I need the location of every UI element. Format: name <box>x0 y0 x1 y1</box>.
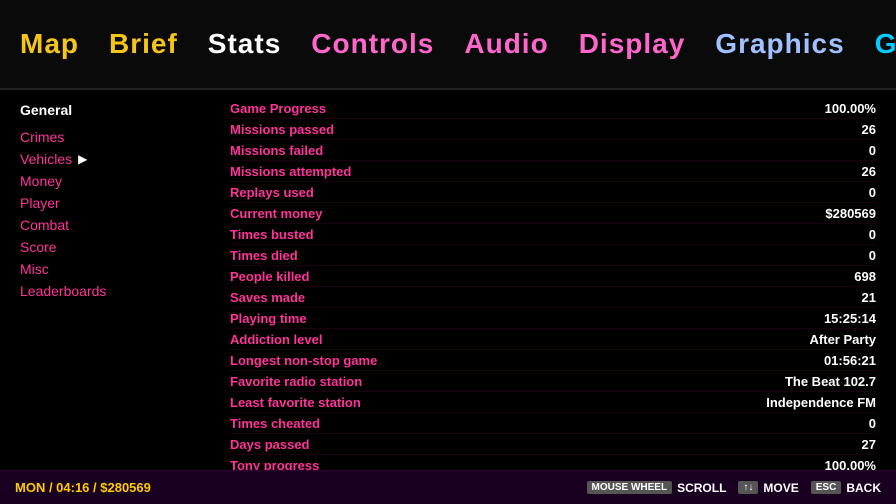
sidebar-item-money[interactable]: Money <box>20 170 200 192</box>
stat-label: Tony progress <box>230 458 319 471</box>
footer-action-label: MOVE <box>763 481 798 495</box>
table-row: People killed 698 <box>230 266 876 287</box>
table-row: Saves made 21 <box>230 287 876 308</box>
stat-value: 21 <box>862 290 876 305</box>
stat-label: Addiction level <box>230 332 322 347</box>
table-row: Least favorite station Independence FM <box>230 392 876 413</box>
table-row: Current money $280569 <box>230 203 876 224</box>
stat-label: Times died <box>230 248 298 263</box>
sidebar-item-crimes[interactable]: Crimes <box>20 126 200 148</box>
stat-label: Playing time <box>230 311 307 326</box>
stat-value: The Beat 102.7 <box>785 374 876 389</box>
stat-value: $280569 <box>825 206 876 221</box>
stat-value: 698 <box>854 269 876 284</box>
table-row: Days passed 27 <box>230 434 876 455</box>
sidebar-item-combat[interactable]: Combat <box>20 214 200 236</box>
stat-label: Favorite radio station <box>230 374 362 389</box>
stat-label: Days passed <box>230 437 310 452</box>
stat-label: Current money <box>230 206 322 221</box>
stat-value: 0 <box>869 143 876 158</box>
nav-bar: Map Brief Stats Controls Audio Display Graphic… <box>0 0 896 90</box>
table-row: Missions failed 0 <box>230 140 876 161</box>
nav-item-game[interactable]: Game <box>875 28 896 60</box>
sidebar-item-player[interactable]: Player <box>20 192 200 214</box>
stat-label: Least favorite station <box>230 395 361 410</box>
footer-key: ↑↓ <box>738 481 758 494</box>
stat-label: People killed <box>230 269 309 284</box>
nav-item-audio[interactable]: Audio <box>464 28 548 60</box>
sidebar-arrow-icon: ▶ <box>78 152 87 166</box>
table-row: Longest non-stop game 01:56:21 <box>230 350 876 371</box>
stat-value: 100.00% <box>825 101 876 116</box>
sidebar-item-leaderboards[interactable]: Leaderboards <box>20 280 200 302</box>
stat-label: Times busted <box>230 227 314 242</box>
stat-label: Missions passed <box>230 122 334 137</box>
stat-label: Missions attempted <box>230 164 351 179</box>
footer-key: MOUSE WHEEL <box>587 481 673 494</box>
stat-value: 27 <box>862 437 876 452</box>
stat-label: Times cheated <box>230 416 320 431</box>
stat-value: 26 <box>862 122 876 137</box>
stat-value: 100.00% <box>825 458 876 471</box>
stat-value: 0 <box>869 248 876 263</box>
stat-value: 0 <box>869 227 876 242</box>
nav-item-brief[interactable]: Brief <box>109 28 178 60</box>
nav-item-controls[interactable]: Controls <box>311 28 434 60</box>
sidebar: General CrimesVehicles▶MoneyPlayerCombat… <box>0 90 220 470</box>
stat-value: Independence FM <box>766 395 876 410</box>
stat-value: 26 <box>862 164 876 179</box>
sidebar-item-misc[interactable]: Misc <box>20 258 200 280</box>
main-content: General CrimesVehicles▶MoneyPlayerCombat… <box>0 90 896 470</box>
stat-value: After Party <box>810 332 876 347</box>
stat-value: 0 <box>869 416 876 431</box>
table-row: Favorite radio station The Beat 102.7 <box>230 371 876 392</box>
stat-label: Longest non-stop game <box>230 353 377 368</box>
table-row: Replays used 0 <box>230 182 876 203</box>
footer-controls: MOUSE WHEEL SCROLL ↑↓ MOVE ESC BACK <box>587 481 881 495</box>
nav-item-map[interactable]: Map <box>20 28 79 60</box>
footer-control-back: ESC BACK <box>811 481 881 495</box>
stats-area: Game Progress100.00%Missions passed26Mis… <box>220 90 896 470</box>
table-row: Times died 0 <box>230 245 876 266</box>
footer-action-label: SCROLL <box>677 481 726 495</box>
table-row: Missions passed 26 <box>230 119 876 140</box>
footer-control-scroll: MOUSE WHEEL SCROLL <box>587 481 727 495</box>
table-row: Missions attempted 26 <box>230 161 876 182</box>
table-row: Tony progress 100.00% <box>230 455 876 470</box>
sidebar-item-score[interactable]: Score <box>20 236 200 258</box>
stat-label: Game Progress <box>230 101 326 116</box>
footer-key: ESC <box>811 481 842 494</box>
stat-label: Replays used <box>230 185 314 200</box>
stat-label: Saves made <box>230 290 305 305</box>
stat-value: 0 <box>869 185 876 200</box>
table-row: Playing time 15:25:14 <box>230 308 876 329</box>
stat-value: 15:25:14 <box>824 311 876 326</box>
table-row: Game Progress 100.00% <box>230 98 876 119</box>
footer-action-label: BACK <box>846 481 881 495</box>
nav-item-stats[interactable]: Stats <box>208 28 281 60</box>
stat-value: 01:56:21 <box>824 353 876 368</box>
footer-control-move: ↑↓ MOVE <box>738 481 798 495</box>
table-row: Times cheated 0 <box>230 413 876 434</box>
footer: MON / 04:16 / $280569 MOUSE WHEEL SCROLL ↑… <box>0 470 896 504</box>
table-row: Times busted 0 <box>230 224 876 245</box>
sidebar-item-vehicles[interactable]: Vehicles▶ <box>20 148 200 170</box>
table-row: Addiction level After Party <box>230 329 876 350</box>
footer-status: MON / 04:16 / $280569 <box>15 480 151 495</box>
nav-item-display[interactable]: Display <box>579 28 686 60</box>
sidebar-title: General <box>20 102 200 118</box>
stat-label: Missions failed <box>230 143 323 158</box>
nav-item-graphics[interactable]: Graphics <box>715 28 844 60</box>
